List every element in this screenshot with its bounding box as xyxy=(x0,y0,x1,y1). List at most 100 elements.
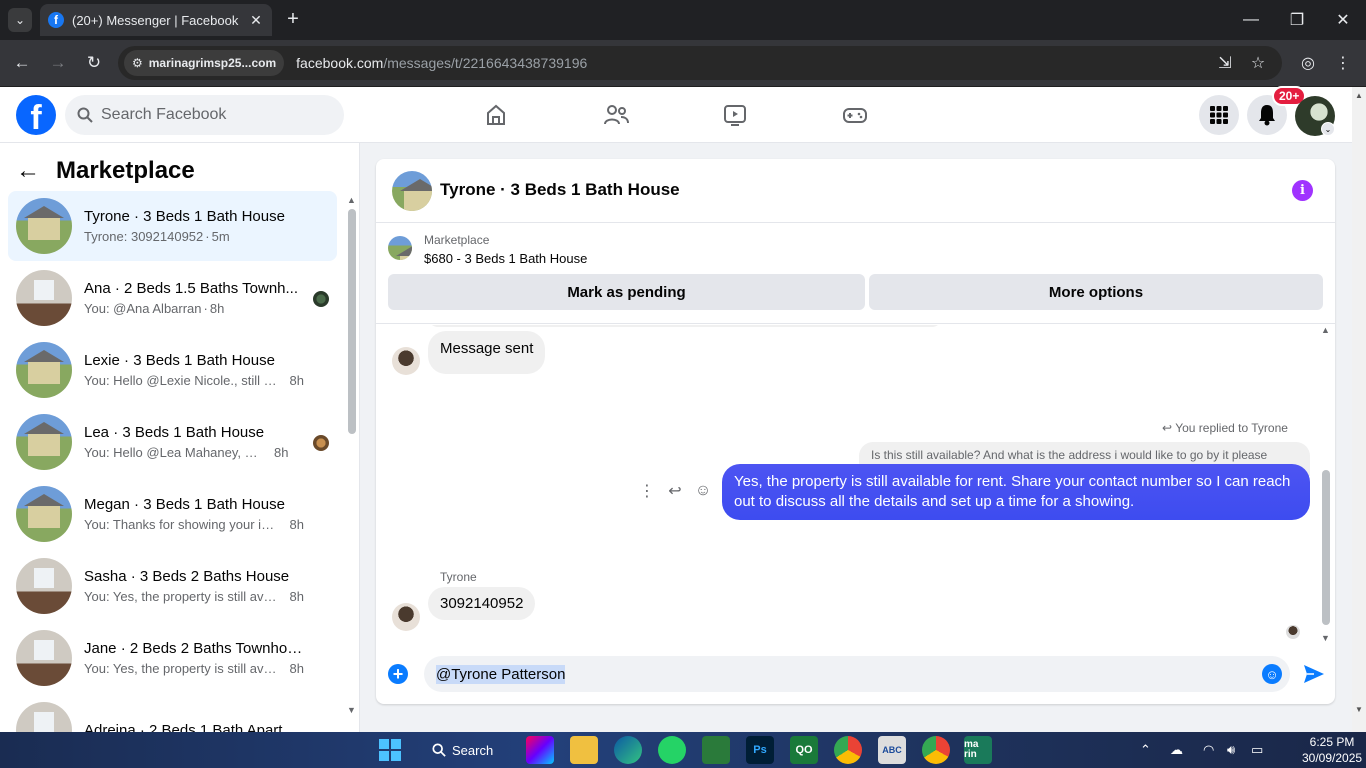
listing-thumbnail xyxy=(16,414,72,470)
conversation-item[interactable]: Adreina · 2 Beds 1 Bath Apartment xyxy=(8,695,337,732)
system-message-bubble: Message sent xyxy=(428,331,546,374)
emoji-icon[interactable]: ☺ xyxy=(1262,664,1282,684)
facebook-logo-icon[interactable]: f xyxy=(16,95,56,135)
photoshop-icon[interactable]: Ps xyxy=(746,736,774,764)
back-arrow-icon[interactable]: ← xyxy=(9,50,35,76)
message-input-value: @Tyrone Patterson xyxy=(436,664,566,684)
react-emoji-icon[interactable]: ☺ xyxy=(689,482,717,500)
system-clock[interactable]: 6:25 PM 30/09/2025 xyxy=(1302,734,1362,766)
chrome-profile-icon[interactable] xyxy=(922,736,950,764)
whatsapp-icon[interactable] xyxy=(658,736,686,764)
more-actions-icon[interactable]: ⋮ xyxy=(633,481,661,501)
reply-icon: ↩ xyxy=(1162,421,1173,435)
tab-search-chevron-icon[interactable]: ⌄ xyxy=(8,8,32,32)
windows-taskbar: Search Ps QO ABC ma rin ⌃ ☁ ◠ 🔊︎ ▭ 6:25 … xyxy=(0,732,1366,768)
edge-icon[interactable] xyxy=(614,736,642,764)
wifi-icon[interactable]: ◠ xyxy=(1203,732,1214,768)
conversation-name: Lexie · 3 Beds 1 Bath House xyxy=(84,352,275,369)
mark-as-pending-button[interactable]: Mark as pending xyxy=(388,274,865,310)
chat-header: Tyrone · 3 Beds 1 Bath House i xyxy=(376,159,1335,223)
conversation-time: 8h xyxy=(209,301,225,316)
listing-banner: Marketplace $680 - 3 Beds 1 Bath House M… xyxy=(376,224,1335,324)
bookmark-star-icon[interactable]: ☆ xyxy=(1245,50,1271,76)
conversation-name: Ana · 2 Beds 1.5 Baths Townh... xyxy=(84,280,299,297)
facebook-favicon-icon: f xyxy=(48,12,64,28)
listing-kicker: Marketplace xyxy=(424,233,490,247)
messenger-page: ← Marketplace Tyrone · 3 Beds 1 Bath Hou… xyxy=(0,143,1352,732)
forward-arrow-icon[interactable]: → xyxy=(45,50,71,76)
listing-price[interactable]: $680 - 3 Beds 1 Bath House xyxy=(424,251,587,266)
listing-thumbnail[interactable] xyxy=(388,236,412,260)
chat-scrollbar[interactable]: ▲ ▼ xyxy=(1320,325,1332,648)
send-icon[interactable] xyxy=(1302,662,1326,686)
profile-icon[interactable]: ◎ xyxy=(1295,50,1321,76)
conversation-time: 8h xyxy=(289,661,304,676)
more-options-button[interactable]: More options xyxy=(869,274,1323,310)
back-arrow-icon[interactable]: ← xyxy=(16,157,48,185)
add-attachment-icon[interactable]: + xyxy=(388,664,408,684)
marketplace-header: ← Marketplace xyxy=(16,157,195,185)
conversation-item[interactable]: Megan · 3 Beds 1 Bath House You: Thanks … xyxy=(8,479,337,549)
marin-app-icon[interactable]: ma rin xyxy=(964,736,992,764)
conversation-preview: You: Yes, the property is still availab.… xyxy=(84,589,280,604)
conversation-item[interactable]: Sasha · 3 Beds 2 Baths House You: Yes, t… xyxy=(8,551,337,621)
conversation-preview: Tyrone: 3092140952 xyxy=(84,229,204,244)
battery-icon[interactable]: ▭ xyxy=(1251,732,1263,768)
conversation-list-scrollbar[interactable]: ▲ ▼ xyxy=(346,195,356,715)
clock-date: 30/09/2025 xyxy=(1302,751,1363,765)
reply-icon[interactable]: ↩ xyxy=(661,481,689,501)
volume-icon[interactable]: 🔊︎ xyxy=(1227,732,1235,768)
chrome-icon[interactable] xyxy=(834,736,862,764)
home-icon[interactable] xyxy=(476,95,516,135)
copilot-icon[interactable] xyxy=(526,736,554,764)
account-caret-icon[interactable]: ⌄ xyxy=(1321,122,1335,136)
menu-grid-icon[interactable] xyxy=(1199,95,1239,135)
new-tab-plus-icon[interactable]: + xyxy=(282,8,304,30)
gaming-icon[interactable] xyxy=(835,95,875,135)
page-scrollbar[interactable]: ▲ ▼ xyxy=(1352,87,1366,732)
incoming-message-bubble[interactable]: 3092140952 xyxy=(428,587,536,620)
facebook-header: f 20+ ⌄ xyxy=(0,86,1352,143)
window-close-icon[interactable]: ✕ xyxy=(1320,0,1366,40)
app-icon[interactable]: ABC xyxy=(878,736,906,764)
conversation-time: 5m xyxy=(211,229,230,244)
chat-title[interactable]: Tyrone · 3 Beds 1 Bath House xyxy=(440,180,680,200)
conversation-time: 8h xyxy=(274,445,289,460)
tab-close-icon[interactable]: ✕ xyxy=(248,12,264,29)
search-input[interactable] xyxy=(101,106,321,124)
conversation-item[interactable]: Lexie · 3 Beds 1 Bath House You: Hello @… xyxy=(8,335,337,405)
browser-menu-icon[interactable]: ⋮ xyxy=(1330,50,1356,76)
conversation-item[interactable]: Ana · 2 Beds 1.5 Baths Townh... You: @An… xyxy=(8,263,337,333)
search-icon xyxy=(77,107,93,123)
file-explorer-icon[interactable] xyxy=(570,736,598,764)
install-app-icon[interactable]: ⇲ xyxy=(1212,50,1238,76)
conversation-item[interactable]: Jane · 2 Beds 2 Baths Townhouse You: Yes… xyxy=(8,623,337,693)
conversation-item[interactable]: Lea · 3 Beds 1 Bath House You: Hello @Le… xyxy=(8,407,337,477)
taskbar-search[interactable]: Search xyxy=(422,736,503,764)
onedrive-icon[interactable]: ☁ xyxy=(1170,732,1183,768)
restore-icon[interactable]: ❐ xyxy=(1274,0,1320,40)
seen-avatar xyxy=(1286,625,1300,639)
site-info-chip[interactable]: ⚙ marinagrimsp25...com xyxy=(124,50,285,76)
outgoing-message-bubble[interactable]: Yes, the property is still available for… xyxy=(722,464,1310,520)
friends-icon[interactable] xyxy=(596,95,636,135)
spreadsheet-icon[interactable] xyxy=(702,736,730,764)
minimize-icon[interactable]: — xyxy=(1228,0,1274,40)
info-icon[interactable]: i xyxy=(1292,180,1313,201)
browser-tabbar: ⌄ f (20+) Messenger | Facebook ✕ + — ❐ ✕ xyxy=(0,0,1366,40)
seen-avatar xyxy=(313,435,329,451)
show-hidden-icons[interactable]: ⌃ xyxy=(1140,732,1151,768)
video-icon[interactable] xyxy=(715,95,755,135)
windows-start-icon[interactable] xyxy=(376,736,404,764)
qo-app-icon[interactable]: QO xyxy=(790,736,818,764)
address-bar[interactable]: ⚙ marinagrimsp25...com facebook.com/mess… xyxy=(118,46,1282,80)
facebook-search[interactable] xyxy=(65,95,344,135)
message-input[interactable]: @Tyrone Patterson xyxy=(424,656,1290,692)
chat-avatar[interactable] xyxy=(392,171,432,211)
conversation-item[interactable]: Tyrone · 3 Beds 1 Bath House Tyrone: 309… xyxy=(8,191,337,261)
previous-message-bubble xyxy=(428,325,942,327)
site-chip-label: marinagrimsp25...com xyxy=(148,56,277,70)
reload-icon[interactable]: ↻ xyxy=(81,50,107,76)
browser-tab[interactable]: f (20+) Messenger | Facebook ✕ xyxy=(40,4,272,36)
url-text[interactable]: facebook.com/messages/t/2216643438739196 xyxy=(296,55,587,71)
